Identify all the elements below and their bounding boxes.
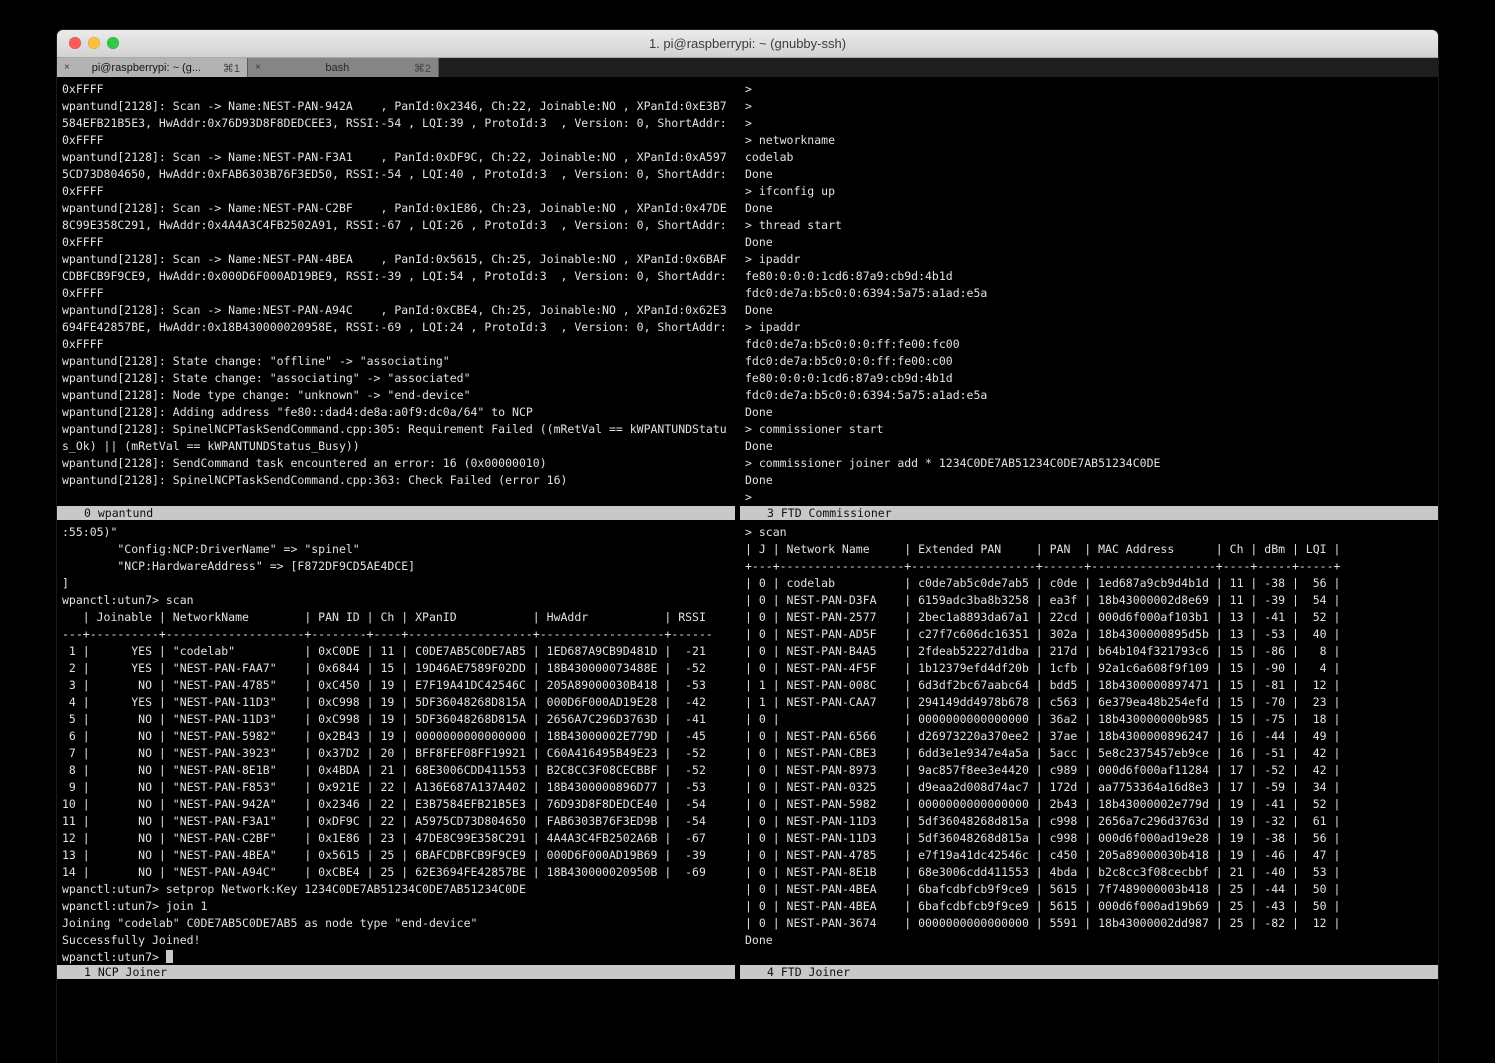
close-button[interactable]: [69, 37, 81, 49]
tab-bar: × pi@raspberrypi: ~ (g... ⌘1 × bash ⌘2: [57, 58, 1438, 78]
pane-status-wpantund: 0 wpantund: [57, 506, 735, 520]
zoom-button[interactable]: [107, 37, 119, 49]
tab-bash[interactable]: × bash ⌘2: [248, 58, 439, 78]
pane-ncp-joiner[interactable]: :55:05)" "Config:NCP:DriverName" => "spi…: [57, 520, 735, 979]
pane-wpantund[interactable]: 0xFFFF wpantund[2128]: Scan -> Name:NEST…: [57, 77, 735, 520]
prompt-text: wpanctl:utun7>: [62, 950, 166, 964]
minimize-button[interactable]: [88, 37, 100, 49]
tab-label: pi@raspberrypi: ~ (g...: [76, 62, 217, 74]
tab-shortcut: ⌘1: [223, 62, 240, 75]
joiner-scan-output: > scan | J | Network Name | Extended PAN…: [740, 520, 1438, 949]
command-prompt-line[interactable]: wpanctl:utun7>: [57, 949, 735, 966]
wpanctl-scan-output: :55:05)" "Config:NCP:DriverName" => "spi…: [57, 520, 735, 949]
tab-close-icon[interactable]: ×: [255, 58, 261, 78]
titlebar[interactable]: 1. pi@raspberrypi: ~ (gnubby-ssh): [57, 30, 1438, 58]
pane-status-ftd-joiner: 4 FTD Joiner: [740, 965, 1438, 979]
pane-status-ncp-joiner: 1 NCP Joiner: [57, 965, 735, 979]
traffic-lights: [69, 37, 119, 49]
wpantund-log-output: 0xFFFF wpantund[2128]: Scan -> Name:NEST…: [57, 77, 735, 489]
commissioner-cli-output: > > > > networkname codelab Done > ifcon…: [740, 77, 1438, 506]
pane-status-commissioner: 3 FTD Commissioner: [740, 506, 1438, 520]
pane-ftd-commissioner[interactable]: > > > > networkname codelab Done > ifcon…: [740, 77, 1438, 520]
terminal-window: 1. pi@raspberrypi: ~ (gnubby-ssh) × pi@r…: [57, 30, 1438, 1063]
tmux-session: 0xFFFF wpantund[2128]: Scan -> Name:NEST…: [57, 77, 1438, 1063]
pane-ftd-joiner[interactable]: > scan | J | Network Name | Extended PAN…: [740, 520, 1438, 979]
tab-close-icon[interactable]: ×: [64, 58, 70, 78]
tab-ssh-session[interactable]: × pi@raspberrypi: ~ (g... ⌘1: [57, 58, 248, 78]
terminal-cursor: [166, 950, 173, 963]
tab-label: bash: [267, 62, 408, 74]
window-title: 1. pi@raspberrypi: ~ (gnubby-ssh): [57, 36, 1438, 51]
tab-shortcut: ⌘2: [414, 62, 431, 75]
